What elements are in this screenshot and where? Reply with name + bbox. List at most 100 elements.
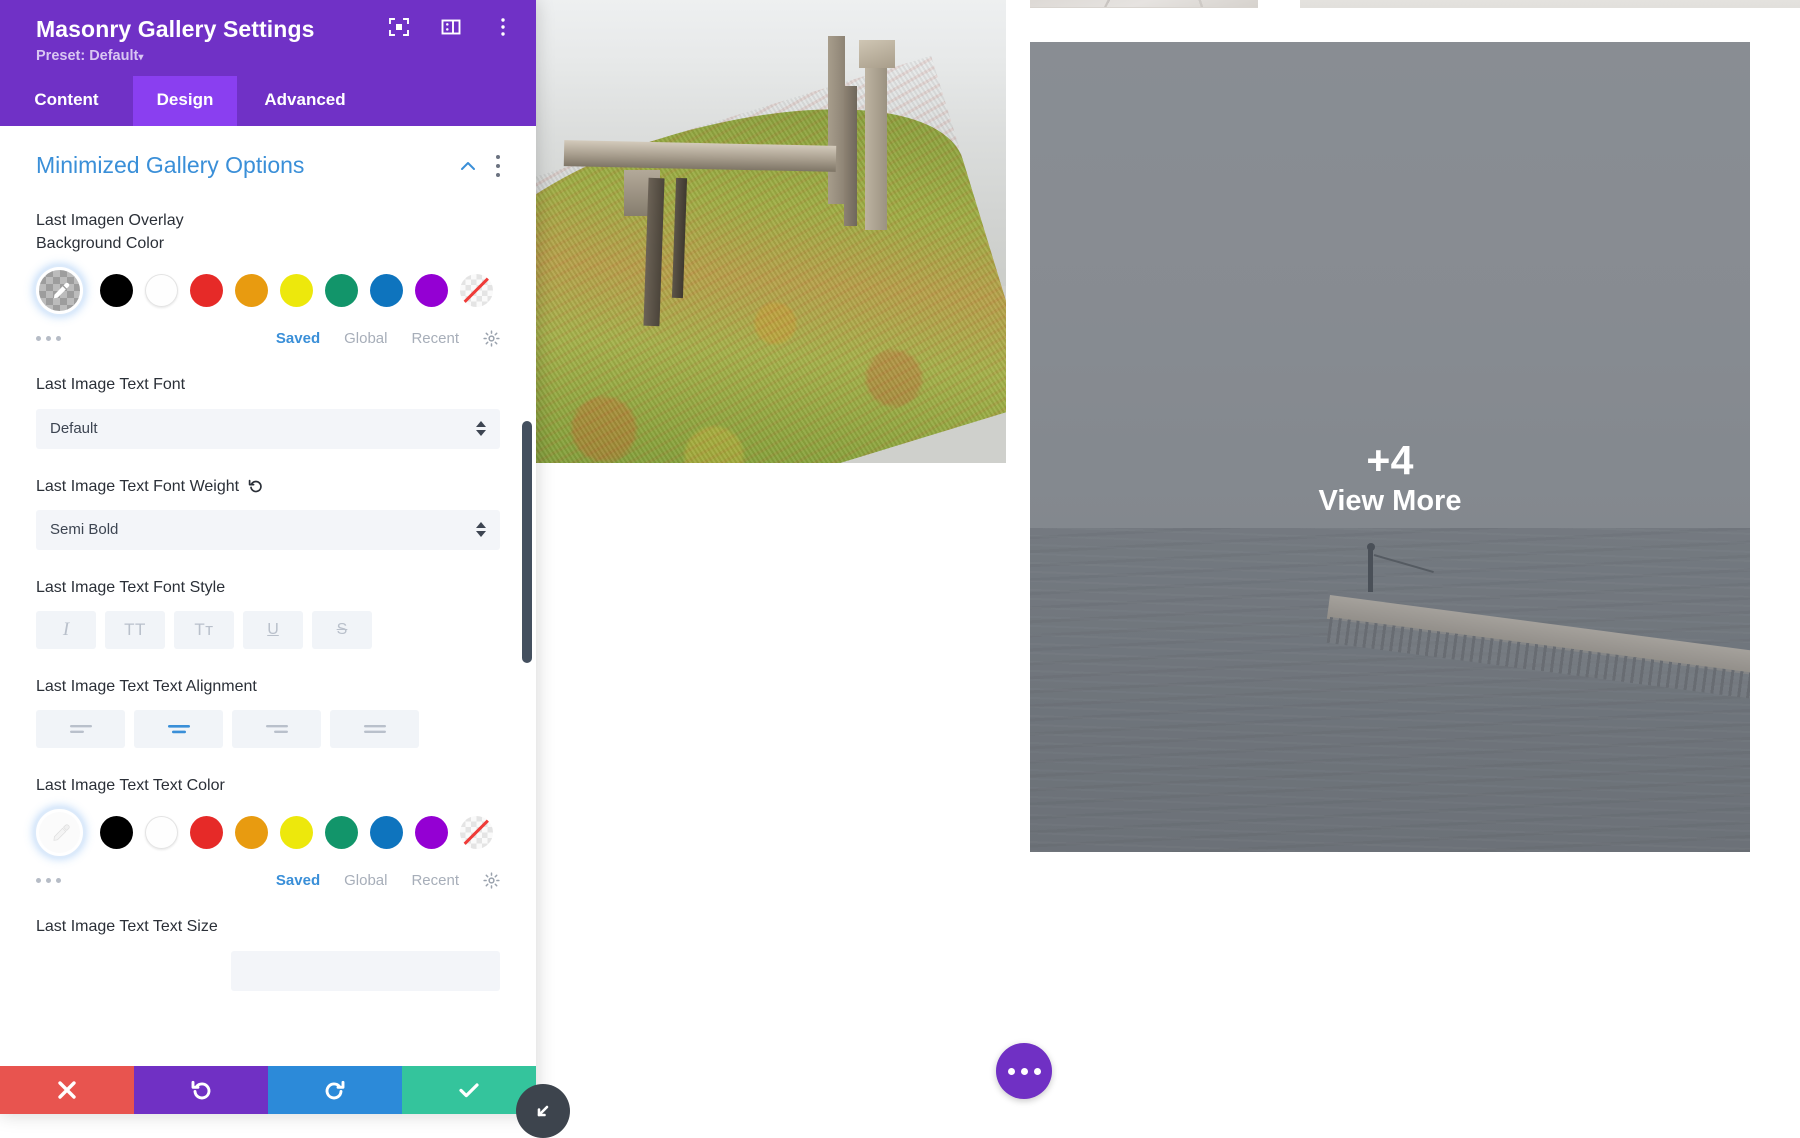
field-last-image-text-size: Last Image Text Text Size <box>36 915 500 990</box>
more-colors-icon[interactable] <box>36 336 100 341</box>
strikethrough-icon: S <box>337 621 348 639</box>
text-swatch-black[interactable] <box>100 816 133 849</box>
text-color-swatches <box>36 809 500 856</box>
select-stepper-icon <box>476 421 486 436</box>
overlay-bg-tab-global[interactable]: Global <box>344 330 387 347</box>
dot-2 <box>46 336 51 341</box>
swatch-red[interactable] <box>190 274 223 307</box>
modal-header-icons <box>388 16 514 38</box>
smallcaps-button[interactable]: Tᴛ <box>174 611 234 649</box>
align-right-button[interactable] <box>232 710 321 748</box>
overlay-bg-tab-saved[interactable]: Saved <box>276 330 320 347</box>
kebab-dot-1 <box>496 155 500 159</box>
underline-button[interactable]: U <box>243 611 303 649</box>
undo-button[interactable] <box>134 1066 268 1114</box>
italic-button[interactable]: I <box>36 611 96 649</box>
tab-design[interactable]: Design <box>133 76 237 126</box>
uppercase-button[interactable]: TT <box>105 611 165 649</box>
strikethrough-button[interactable]: S <box>312 611 372 649</box>
redo-button[interactable] <box>268 1066 402 1114</box>
layout-panel-icon[interactable] <box>440 16 462 38</box>
bench-post-3 <box>844 86 857 226</box>
settings-tabs: Content Design Advanced <box>0 76 536 126</box>
text-color-tab-saved[interactable]: Saved <box>276 872 320 889</box>
text-color-tab-global[interactable]: Global <box>344 872 387 889</box>
overlay-count: +4 <box>1030 438 1750 482</box>
gallery-image-marble[interactable] <box>1030 0 1258 8</box>
swatch-purple[interactable] <box>415 274 448 307</box>
swatch-green[interactable] <box>325 274 358 307</box>
preset-selector[interactable]: Preset: Default▾ <box>36 48 514 64</box>
redo-icon <box>323 1078 347 1102</box>
resize-handle[interactable] <box>516 1084 570 1138</box>
page-settings-button[interactable] <box>996 1043 1052 1099</box>
color-picker-swatch-text-color[interactable] <box>36 809 83 856</box>
kebab-menu-icon[interactable] <box>495 155 500 177</box>
overlay-bg-tab-recent[interactable]: Recent <box>411 330 459 347</box>
smallcaps-icon: Tᴛ <box>194 620 213 640</box>
align-left-button[interactable] <box>36 710 125 748</box>
align-center-button[interactable] <box>134 710 223 748</box>
eyedropper-icon <box>49 280 71 302</box>
align-justify-icon <box>362 721 388 737</box>
gear-icon-text-color[interactable] <box>483 872 500 889</box>
field-last-image-text-color: Last Image Text Text Color <box>36 774 500 889</box>
text-swatch-none[interactable] <box>460 816 493 849</box>
text-color-tab-recent[interactable]: Recent <box>411 872 459 889</box>
align-left-icon <box>68 721 94 737</box>
input-last-image-text-size[interactable] <box>231 951 500 991</box>
settings-panel-body: Minimized Gallery Options Last Imagen Ov… <box>0 126 536 1066</box>
bench-post-cap <box>859 40 895 68</box>
chevron-up-icon[interactable] <box>459 157 477 175</box>
select-last-image-text-font[interactable]: Default <box>36 409 500 449</box>
modal-action-bar <box>0 1066 536 1114</box>
text-swatch-purple[interactable] <box>415 816 448 849</box>
cancel-button[interactable] <box>0 1066 134 1114</box>
section-header-minimized-gallery-options: Minimized Gallery Options <box>36 152 500 179</box>
text-swatch-orange[interactable] <box>235 816 268 849</box>
reset-icon[interactable] <box>248 478 264 494</box>
select-last-image-text-font-weight[interactable]: Semi Bold <box>36 510 500 550</box>
align-center-icon <box>166 721 192 737</box>
swatch-white[interactable] <box>145 274 178 307</box>
underline-icon: U <box>267 621 279 639</box>
swatch-black[interactable] <box>100 274 133 307</box>
text-alignment-button-group <box>36 710 500 748</box>
fab-dot-3 <box>1034 1068 1041 1075</box>
text-swatch-white[interactable] <box>145 816 178 849</box>
dot-3 <box>56 336 61 341</box>
gallery-image-cloth[interactable] <box>1300 0 1800 8</box>
overflow-menu-icon[interactable] <box>492 16 514 38</box>
select-font-value: Default <box>50 420 98 437</box>
focus-icon[interactable] <box>388 16 410 38</box>
select-font-weight-value: Semi Bold <box>50 521 118 538</box>
more-colors-icon-text[interactable] <box>36 878 100 883</box>
swatch-yellow[interactable] <box>280 274 313 307</box>
swatch-blue[interactable] <box>370 274 403 307</box>
module-settings-modal: Masonry Gallery Settings Preset: Default… <box>0 0 536 1114</box>
field-last-image-text-font-style: Last Image Text Font Style I TT Tᴛ U <box>36 576 500 649</box>
label-last-image-text-color: Last Image Text Text Color <box>36 774 500 797</box>
settings-panel-scrollbar[interactable] <box>522 421 532 663</box>
text-swatch-green[interactable] <box>325 816 358 849</box>
overlay-label: View More <box>1030 482 1750 521</box>
dot-1 <box>36 878 41 883</box>
gear-icon[interactable] <box>483 330 500 347</box>
tab-advanced[interactable]: Advanced <box>237 76 373 126</box>
color-picker-swatch-overlay-bg[interactable] <box>36 267 83 314</box>
align-justify-button[interactable] <box>330 710 419 748</box>
bench-post-1 <box>828 36 845 204</box>
text-swatch-yellow[interactable] <box>280 816 313 849</box>
modal-header: Masonry Gallery Settings Preset: Default… <box>0 0 536 76</box>
dot-1 <box>36 336 41 341</box>
gallery-image-pier-overlay[interactable]: +4 View More <box>1030 42 1750 852</box>
gallery-image-cliff-bench[interactable] <box>536 0 1006 463</box>
swatch-orange[interactable] <box>235 274 268 307</box>
text-swatch-blue[interactable] <box>370 816 403 849</box>
tab-content[interactable]: Content <box>0 76 133 126</box>
swatch-none[interactable] <box>460 274 493 307</box>
kebab-dot-2 <box>496 164 500 168</box>
label-last-image-text-size: Last Image Text Text Size <box>36 915 500 938</box>
field-last-image-overlay-background-color: Last Imagen Overlay Background Color <box>36 209 500 347</box>
text-swatch-red[interactable] <box>190 816 223 849</box>
